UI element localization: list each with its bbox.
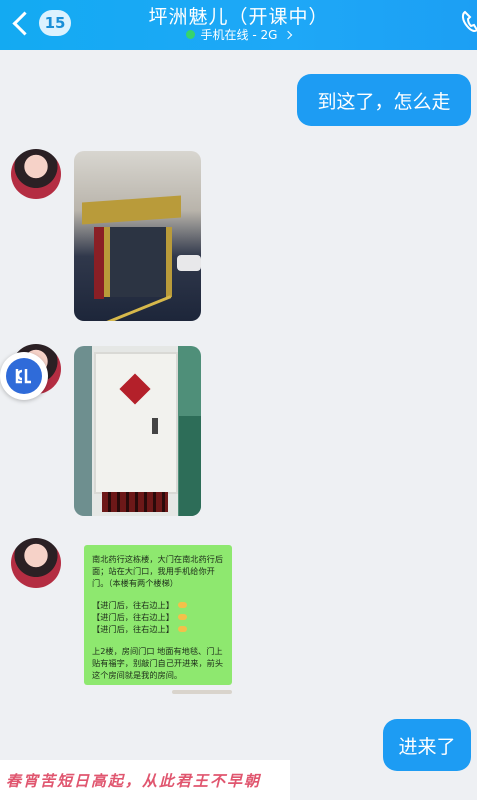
- message-bubble-outgoing[interactable]: 进来了: [383, 719, 471, 771]
- image-message-directions[interactable]: 南北药行这栋楼，大门在南北药行后面；站在大门口，我用手机给你开门。（本楼有两个楼…: [84, 545, 232, 685]
- avatar[interactable]: [11, 149, 61, 199]
- note-text: 【进门后，往右边上】: [92, 612, 174, 622]
- photo-detail: [82, 195, 181, 225]
- online-indicator-icon: [185, 30, 195, 39]
- note-text: 【进门后，往右边上】: [92, 624, 174, 634]
- photo-detail: [104, 227, 172, 297]
- pointing-hand-icon: [177, 626, 187, 632]
- photo-detail: [94, 227, 104, 299]
- avatar[interactable]: [11, 538, 61, 588]
- phone-call-icon[interactable]: [459, 6, 477, 34]
- poem-banner: 春宵苦短日高起，从此君王不早朝: [0, 760, 290, 800]
- image-message-door[interactable]: [74, 346, 201, 516]
- note-line: 【进门后，往右边上】: [92, 599, 227, 611]
- photo-detail: [152, 418, 158, 434]
- image-message-building[interactable]: [74, 151, 201, 321]
- note-text: 【进门后，往右边上】: [92, 600, 174, 610]
- note-text: 南北药行这栋楼，大门在南北药行后面；站在大门口，我用手机给你开门。（本楼有两个楼…: [92, 554, 224, 588]
- chat-title[interactable]: 坪洲魅儿（开课中）: [0, 2, 477, 29]
- message-bubble-outgoing[interactable]: 到这了，怎么走: [297, 74, 471, 126]
- photo-detail: [102, 492, 168, 512]
- photo-detail: [94, 352, 178, 494]
- photo-detail: [86, 295, 172, 321]
- chat-header: 15 坪洲魅儿（开课中） 手机在线 - 2G: [0, 0, 477, 50]
- pointing-hand-icon: [177, 614, 187, 620]
- online-status[interactable]: 手机在线 - 2G: [0, 26, 477, 43]
- photo-detail: [177, 255, 201, 271]
- note-line: 【进门后，往右边上】: [92, 611, 227, 623]
- note-text: 上2楼，房间门口 地面有地毯、门上贴有福字，别敲门自己开进来，前头这个房间就是我…: [92, 646, 224, 680]
- app-logo-icon: [6, 358, 42, 394]
- pointing-hand-icon: [177, 602, 187, 608]
- image-edge: [172, 690, 232, 694]
- note-line: 【进门后，往右边上】: [92, 623, 227, 635]
- chevron-right-icon: [284, 30, 293, 39]
- floating-app-button[interactable]: [0, 352, 48, 400]
- photo-detail: [179, 416, 201, 516]
- online-status-text: 手机在线 - 2G: [200, 28, 278, 42]
